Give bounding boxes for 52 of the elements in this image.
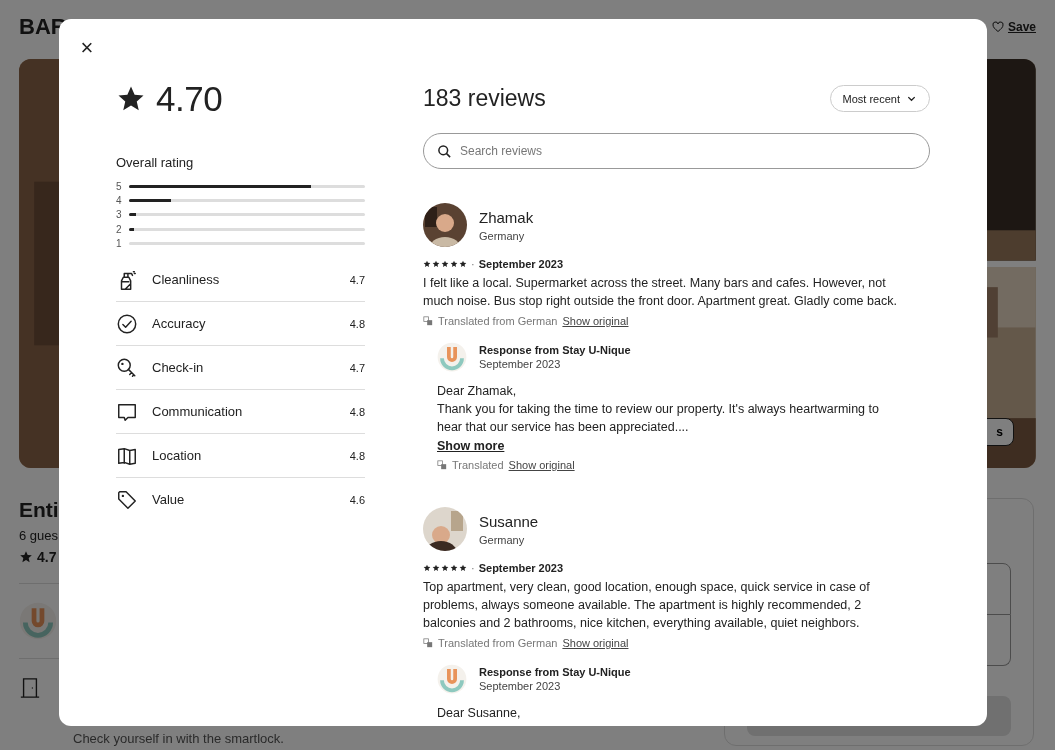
category-label: Location: [152, 448, 203, 464]
translation-note: Translated from German: [438, 315, 558, 327]
category-score: 4.8: [349, 318, 365, 330]
separator-dot: ·: [471, 562, 475, 574]
show-original-link[interactable]: Show original: [562, 315, 629, 327]
show-original-link[interactable]: Show original: [508, 459, 575, 471]
response-greeting: Dear Susanne,: [437, 705, 522, 722]
overall-rating-label: Overall rating: [116, 155, 195, 170]
response-date: September 2023: [479, 358, 562, 370]
reviewer-name: Susanne: [479, 512, 539, 530]
rating-level-label: 4: [116, 194, 123, 206]
category-score: 4.8: [349, 406, 365, 418]
reviewer-name: Zhamak: [479, 208, 534, 226]
show-more-link[interactable]: Show more: [437, 439, 505, 453]
category-label: Cleanliness: [152, 272, 221, 288]
rating-level-label: 5: [116, 180, 123, 192]
response-title: Response from Stay U-Nique: [479, 344, 631, 356]
category-score: 4.7: [349, 274, 365, 286]
category-label: Check-in: [152, 360, 205, 376]
category-label: Value: [152, 492, 186, 508]
translation-note: Translated: [452, 459, 504, 471]
close-button[interactable]: ×: [79, 37, 95, 59]
rating-level-label: 3: [116, 209, 123, 221]
review-date: September 2023: [478, 258, 564, 270]
category-score: 4.8: [349, 450, 365, 462]
category-score: 4.7: [349, 362, 365, 374]
search-field[interactable]: Search reviews: [423, 133, 930, 169]
save-link[interactable]: Save: [991, 20, 1036, 34]
review-text: Top apartment, very clean, good location, enough space, quick service in case of problems, always someone available. The apartment is highly recommended, 2 balconies and 2 bathrooms, nice kitchen, everything available, quiet neighbors.: [423, 579, 871, 632]
response-text: Thank you for taking the time to review our property. It's always heartwarming to hear that our service has been appreciated....: [437, 401, 880, 436]
category-label: Accuracy: [152, 316, 207, 332]
review-date: September 2023: [478, 562, 564, 574]
reviews-heading: 183 reviews: [423, 85, 546, 112]
response-date: September 2023: [479, 680, 562, 692]
response-greeting: Dear Zhamak,: [437, 383, 518, 400]
overall-rating: 4.70: [156, 79, 223, 119]
guest-info: 6 gues: [19, 528, 59, 543]
separator-dot: ·: [471, 258, 475, 270]
rating-level-label: 1: [116, 237, 123, 249]
rating-value: 4.7: [37, 549, 57, 565]
sort-dropdown[interactable]: Most recent: [829, 85, 930, 112]
show-original-link[interactable]: Show original: [562, 637, 629, 649]
checkin-note: Check yourself in with the smartlock.: [73, 731, 284, 746]
rating-level-label: 2: [116, 223, 123, 235]
reviewer-country: Germany: [479, 533, 526, 546]
review-text: I felt like a local. Supermarket across the street. Many bars and cafes. However, not much noise. Bus stop right outside the front door. Apartment great. Gladly come back.: [423, 275, 898, 310]
listing-heading: Enti: [19, 498, 59, 522]
response-title: Response from Stay U-Nique: [479, 666, 631, 678]
reviewer-country: Germany: [479, 229, 526, 242]
category-score: 4.6: [349, 494, 365, 506]
translation-note: Translated from German: [438, 637, 558, 649]
category-label: Communication: [152, 404, 244, 420]
